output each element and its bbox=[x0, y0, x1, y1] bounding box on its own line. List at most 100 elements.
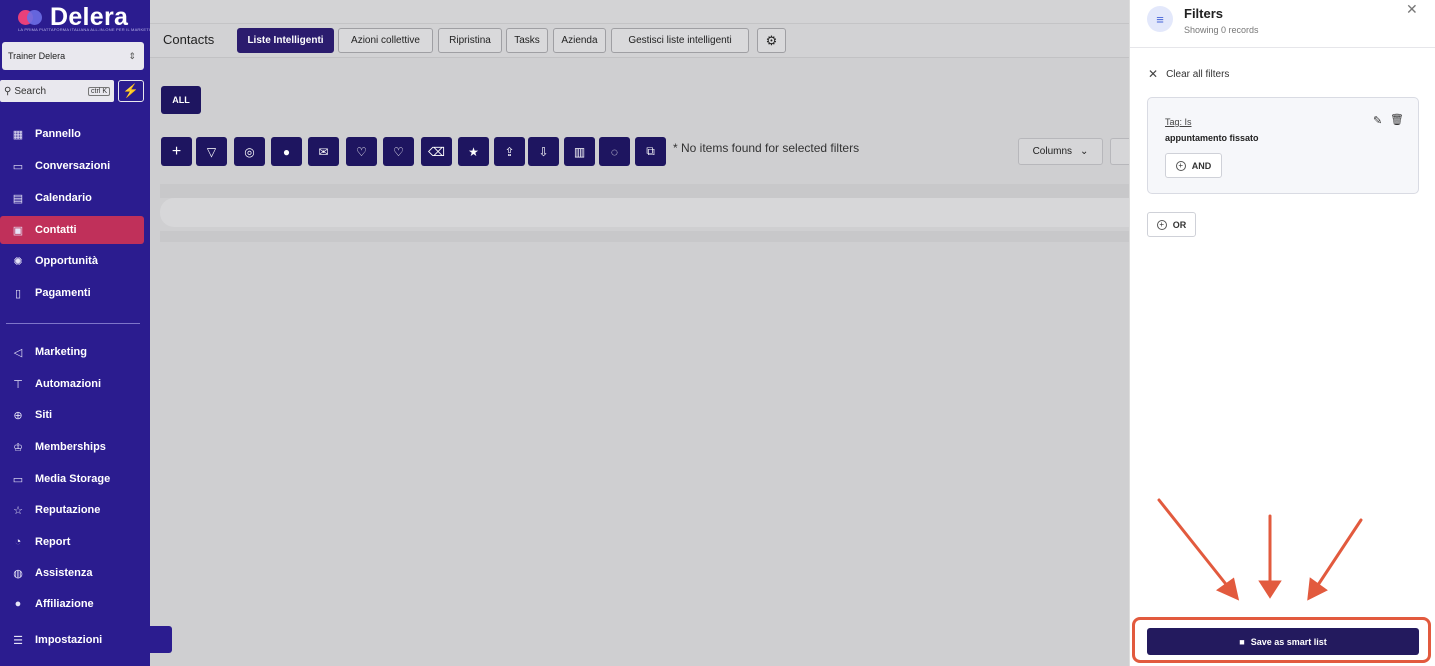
search-shortcut: ctrl K bbox=[88, 86, 110, 96]
filter-lines-icon: ≡ bbox=[1147, 6, 1173, 32]
search-contacts-stub[interactable] bbox=[1110, 138, 1129, 165]
filter-condition-value: appuntamento fissato bbox=[1165, 133, 1259, 143]
trash-icon[interactable]: 🗑︎ bbox=[1390, 113, 1404, 126]
settings-button[interactable]: ⚙ bbox=[757, 28, 786, 53]
empty-state-message: * No items found for selected filters bbox=[673, 141, 860, 155]
sidebar-item-opportunita[interactable]: ✺ Opportunità bbox=[0, 247, 144, 275]
mail-icon: ✉ bbox=[318, 144, 329, 159]
trash-icon: ⌫ bbox=[428, 144, 445, 159]
plus-circle-icon: + bbox=[1156, 219, 1167, 230]
search-button[interactable]: ⚲ Search ctrl K bbox=[0, 80, 114, 102]
add-contact-button[interactable]: + bbox=[161, 137, 192, 166]
smart-list-all[interactable]: ALL bbox=[161, 86, 201, 114]
tab-azioni-collettive[interactable]: Azioni collettive bbox=[338, 28, 433, 53]
company-button[interactable]: ▥ bbox=[564, 137, 595, 166]
sidebar-item-contatti[interactable]: ▣ Contatti bbox=[0, 216, 144, 244]
close-icon[interactable]: ✕ bbox=[1406, 1, 1418, 18]
tag-minus-icon: ♡ bbox=[393, 144, 404, 159]
merge-button[interactable]: ⧉ bbox=[635, 137, 666, 166]
sidebar-item-pannello[interactable]: ▦ Pannello bbox=[0, 120, 144, 148]
delete-button[interactable]: ⌫ bbox=[421, 137, 452, 166]
sidebar-item-label: Reputazione bbox=[35, 504, 101, 516]
sidebar-item-label: Pannello bbox=[35, 128, 81, 140]
account-name: Trainer Delera bbox=[8, 51, 66, 61]
star-icon: ★ bbox=[468, 144, 479, 159]
chevron-down-icon: ⌄ bbox=[1080, 146, 1089, 157]
review-button[interactable]: ★ bbox=[458, 137, 489, 166]
sidebar-item-report[interactable]: ◔ Report bbox=[0, 528, 144, 556]
table-row bbox=[160, 198, 1129, 227]
account-switcher[interactable]: Trainer Delera ⇕ bbox=[2, 42, 144, 70]
sidebar-item-impostazioni[interactable]: ☰ Impostazioni bbox=[0, 626, 144, 654]
user-plus-icon: ● bbox=[14, 598, 22, 610]
add-or-group-button[interactable]: + OR bbox=[1147, 212, 1196, 237]
and-label: AND bbox=[1191, 160, 1212, 171]
tab-ripristina[interactable]: Ripristina bbox=[438, 28, 502, 53]
sidebar-item-label: Pagamenti bbox=[35, 287, 91, 299]
columns-dropdown[interactable]: Columns ⌄ bbox=[1018, 138, 1103, 165]
sidebar-item-conversazioni[interactable]: ▭ Conversazioni bbox=[0, 152, 144, 180]
filters-title: Filters bbox=[1184, 6, 1224, 21]
sidebar-item-label: Assistenza bbox=[35, 567, 93, 579]
sidebar-item-label: Report bbox=[35, 536, 71, 548]
tab-liste-intelligenti[interactable]: Liste Intelligenti bbox=[237, 28, 334, 53]
sidebar-item-reputazione[interactable]: ☆ Reputazione bbox=[0, 496, 144, 524]
sidebar-item-label: Memberships bbox=[35, 441, 106, 453]
upload-icon: ⇪ bbox=[504, 144, 515, 159]
sidebar-item-affiliazione[interactable]: ● Affiliazione bbox=[0, 590, 144, 618]
tab-azienda[interactable]: Azienda bbox=[553, 28, 606, 53]
tab-tasks[interactable]: Tasks bbox=[506, 28, 548, 53]
table-header bbox=[160, 184, 1129, 198]
filters-panel: ≡ Filters Showing 0 records ✕ ✕ Clear al… bbox=[1129, 0, 1435, 666]
quick-actions-button[interactable]: ⚡ bbox=[118, 80, 144, 102]
contacts-icon: ▣ bbox=[12, 224, 24, 237]
star-icon: ☆ bbox=[13, 504, 23, 517]
table-footer bbox=[160, 231, 1129, 242]
sidebar-item-marketing[interactable]: ◁ Marketing bbox=[0, 338, 144, 366]
remove-tag-button[interactable]: ♡ bbox=[383, 137, 414, 166]
sidebar-item-pagamenti[interactable]: ▯ Pagamenti bbox=[0, 279, 144, 307]
logo-icon bbox=[18, 6, 44, 28]
sidebar-item-automazioni[interactable]: ⊤ Automazioni bbox=[0, 370, 144, 398]
export-button[interactable]: ⇪ bbox=[494, 137, 525, 166]
clear-all-label: Clear all filters bbox=[1166, 68, 1230, 80]
plus-icon: + bbox=[171, 142, 182, 160]
sms-button[interactable]: ● bbox=[271, 137, 302, 166]
filter-button[interactable]: ▽ bbox=[196, 137, 227, 166]
plus-circle-icon: + bbox=[1175, 160, 1186, 171]
tab-gestisci-liste[interactable]: Gestisci liste intelligenti bbox=[611, 28, 749, 53]
add-tag-button[interactable]: ♡ bbox=[346, 137, 377, 166]
whatsapp-button[interactable]: ◌ bbox=[599, 137, 630, 166]
filters-record-count: Showing 0 records bbox=[1184, 25, 1259, 35]
brand-tagline: LA PRIMA PIATTAFORMA ITALIANA ALL-IN-ONE… bbox=[18, 27, 157, 32]
search-label: Search bbox=[14, 85, 47, 97]
sidebar-item-label: Opportunità bbox=[35, 255, 98, 267]
clear-all-filters-button[interactable]: ✕ Clear all filters bbox=[1148, 67, 1229, 81]
add-and-condition-button[interactable]: + AND bbox=[1165, 153, 1222, 178]
workflow-icon: ⊤ bbox=[13, 378, 23, 391]
filter-condition-label[interactable]: Tag: Is bbox=[1165, 117, 1192, 127]
whatsapp-icon: ◌ bbox=[610, 144, 619, 159]
sidebar-item-media-storage[interactable]: ▭ Media Storage bbox=[0, 465, 144, 493]
email-button[interactable]: ✉ bbox=[308, 137, 339, 166]
message-icon: ● bbox=[282, 144, 291, 159]
pencil-icon[interactable]: ✎ bbox=[1373, 114, 1382, 127]
sidebar-item-label: Automazioni bbox=[35, 378, 101, 390]
sidebar-item-assistenza[interactable]: ◍ Assistenza bbox=[0, 559, 144, 587]
tag-plus-icon: ♡ bbox=[356, 144, 367, 159]
close-icon: ✕ bbox=[1148, 67, 1159, 81]
sidebar-item-label: Marketing bbox=[35, 346, 87, 358]
import-button[interactable]: ⇩ bbox=[528, 137, 559, 166]
pipeline-button[interactable]: ◎ bbox=[234, 137, 265, 166]
dashboard-icon: ▦ bbox=[12, 128, 24, 141]
save-as-smart-list-button[interactable]: ■ Save as smart list bbox=[1147, 628, 1419, 655]
sidebar-item-siti[interactable]: ⊕ Siti bbox=[0, 401, 144, 429]
sidebar-item-label: Impostazioni bbox=[35, 634, 103, 646]
filters-header: ≡ Filters Showing 0 records ✕ bbox=[1130, 0, 1435, 48]
sidebar-item-calendario[interactable]: ▤ Calendario bbox=[0, 184, 144, 212]
sidebar-item-memberships[interactable]: ♔ Memberships bbox=[0, 433, 144, 461]
sidebar-item-label: Calendario bbox=[35, 192, 92, 204]
search-icon: ⚲ bbox=[4, 85, 12, 97]
save-label: Save as smart list bbox=[1250, 636, 1327, 647]
sidebar-collapse-tab[interactable] bbox=[150, 626, 172, 653]
